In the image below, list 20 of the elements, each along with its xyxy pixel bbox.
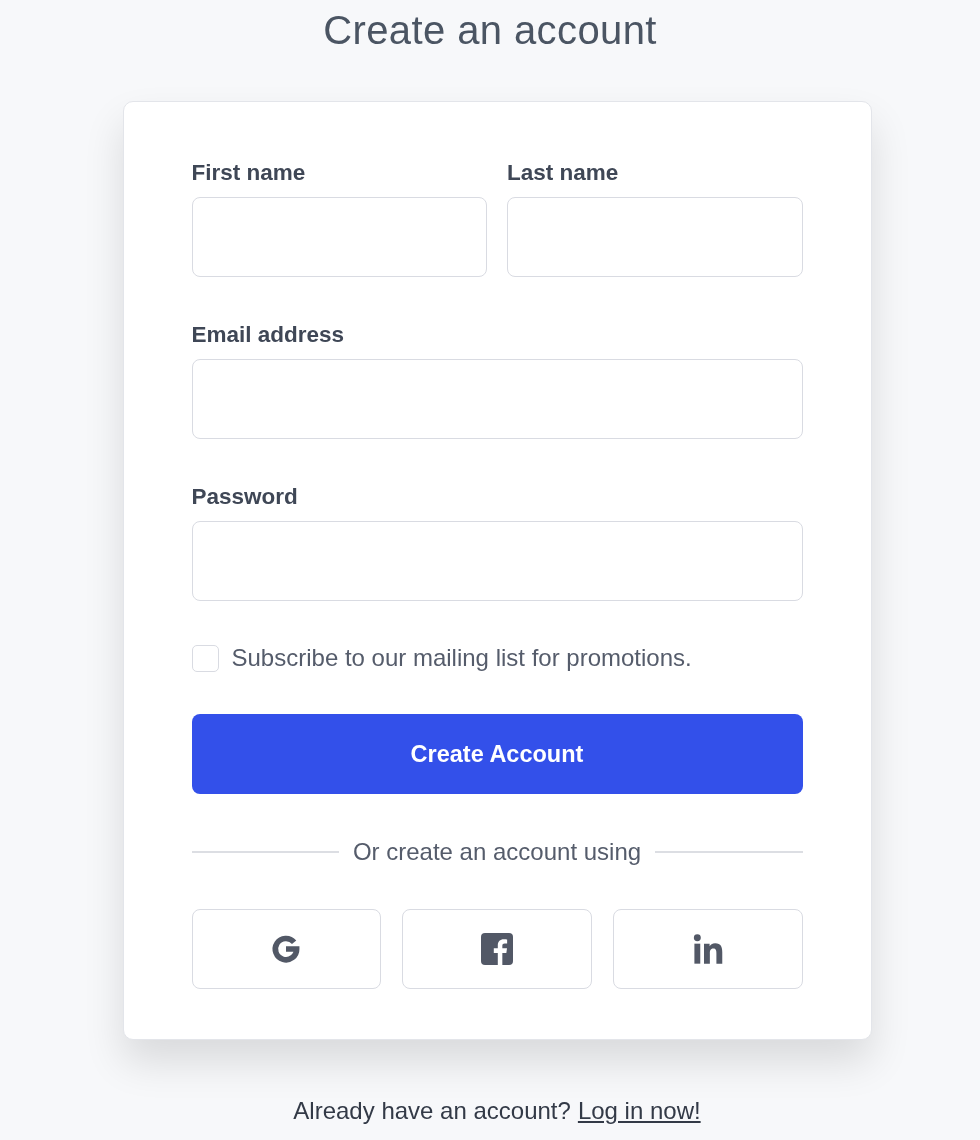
field-label: First name bbox=[191, 161, 306, 185]
checkbox-label: Subscribe to our mailing list for promotions. bbox=[231, 644, 692, 672]
checkbox[interactable] bbox=[191, 644, 219, 672]
login-prompt: Already have an account? bbox=[293, 1097, 571, 1125]
login-link[interactable]: Log in now! bbox=[577, 1097, 701, 1125]
create-account-button[interactable]: Create Account bbox=[191, 714, 803, 794]
field-label: Email address bbox=[191, 323, 345, 347]
facebook-icon bbox=[481, 933, 513, 965]
input-field[interactable] bbox=[507, 197, 803, 277]
input-field[interactable] bbox=[191, 197, 487, 277]
google-button[interactable] bbox=[191, 909, 382, 989]
input-field[interactable] bbox=[191, 521, 803, 601]
linkedin-icon bbox=[691, 933, 724, 965]
page-title: Create an account bbox=[323, 7, 657, 54]
input-field[interactable] bbox=[191, 359, 803, 439]
facebook-button[interactable] bbox=[402, 909, 592, 989]
field-label: Last name bbox=[507, 161, 619, 185]
linkedin-button[interactable] bbox=[612, 909, 803, 989]
divider-text: Or create an account using bbox=[352, 838, 642, 866]
field-label: Password bbox=[191, 485, 298, 509]
